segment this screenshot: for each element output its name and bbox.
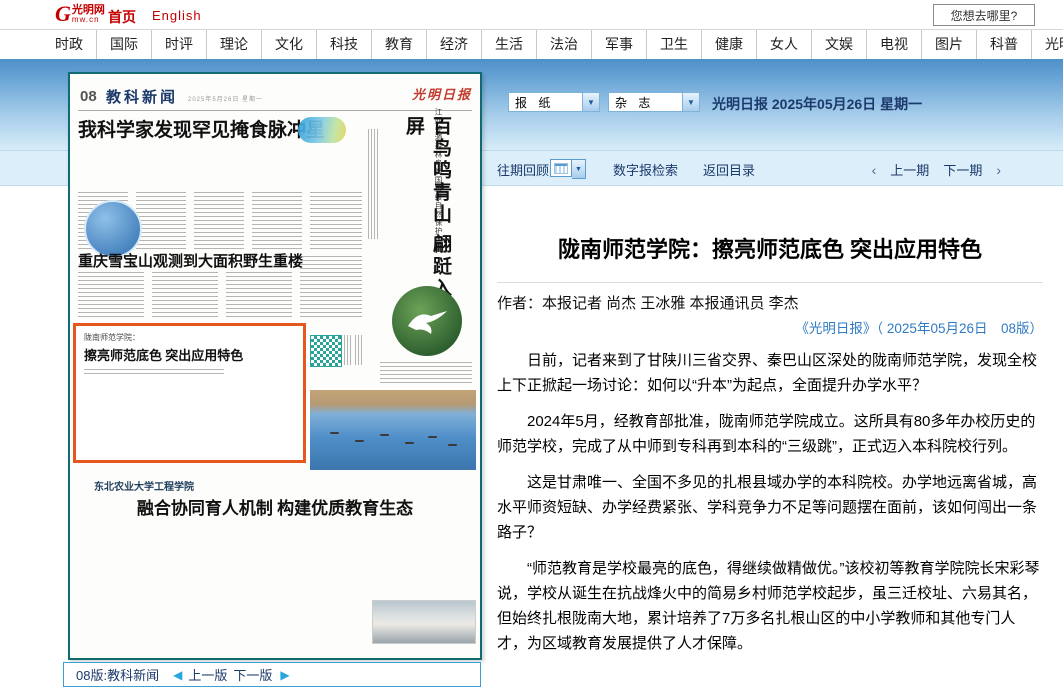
- article-content: 陇南师范学院：擦亮师范底色 突出应用特色 作者：本报记者 尚杰 王冰雅 本报通讯…: [497, 236, 1043, 667]
- body-text-column: [78, 272, 144, 318]
- past-issues-link[interactable]: 往期回顾: [497, 160, 549, 179]
- qr-caption: [355, 335, 363, 365]
- nav-item-lilun[interactable]: 理论: [207, 30, 262, 59]
- calendar-grid: [554, 163, 568, 174]
- body-text-column: [136, 192, 186, 250]
- nav-item-junshi[interactable]: 军事: [592, 30, 647, 59]
- back-to-contents-link[interactable]: 返回目录: [703, 160, 755, 179]
- nav-item-kepu[interactable]: 科普: [977, 30, 1032, 59]
- next-page-arrow-icon[interactable]: ▶: [280, 668, 289, 682]
- nav-item-jiaoyu[interactable]: 教育: [372, 30, 427, 59]
- article-paragraph: 2024年5月，经教育部批准，陇南师范学院成立。这所具有80多年办校历史的师范学…: [497, 409, 1043, 459]
- nav-item-shenghuo[interactable]: 生活: [482, 30, 537, 59]
- body-text-column: [310, 192, 362, 250]
- chevron-down-icon: ▼: [582, 93, 599, 111]
- page-meta: 2025年5月26日 星期一: [188, 94, 263, 103]
- body-text-column: [152, 272, 218, 318]
- nav-item-weisheng[interactable]: 卫生: [647, 30, 702, 59]
- magazine-select[interactable]: 杂 志 ▼: [608, 92, 700, 112]
- body-text-column: [252, 192, 302, 250]
- digital-search-link[interactable]: 数字报检索: [613, 160, 678, 179]
- photo-caption: [380, 362, 472, 384]
- article-author: 作者：本报记者 尚杰 王冰雅 本报通讯员 李杰: [497, 292, 1043, 313]
- headline-pulsar[interactable]: 我科学家发现罕见掩食脉冲星: [78, 120, 308, 142]
- prev-page-link[interactable]: 上一版: [188, 665, 227, 684]
- column-badge-graphic: [298, 117, 346, 143]
- gmw-logo-text: 光明网 mw.cn: [72, 5, 105, 24]
- qr-caption: [344, 335, 352, 365]
- article-paragraph: 日前，记者来到了甘陕川三省交界、秦巴山区深处的陇南师范学院，发现全校上下正掀起一…: [497, 348, 1043, 398]
- next-issue-arrow-icon[interactable]: ›: [996, 162, 1001, 178]
- qr-code: [310, 335, 342, 367]
- nav-item-jiankang[interactable]: 健康: [702, 30, 757, 59]
- issue-pager: ‹ 上一期 下一期 ›: [872, 160, 1001, 179]
- campus-building-photo: [372, 600, 476, 644]
- gmw-logo[interactable]: G 光明网 mw.cn: [55, 2, 105, 26]
- newspaper-page-thumbnail[interactable]: 08 教科新闻 2025年5月26日 星期一 光明日报 我科学家发现罕见掩食脉冲…: [68, 72, 482, 660]
- home-link[interactable]: 首页: [108, 7, 136, 27]
- article-paragraph: “师范教育是学校最亮的底色，得继续做精做优。”该校初等教育学院院长宋彩琴说，学校…: [497, 556, 1043, 656]
- prev-issue-arrow-icon[interactable]: ‹: [872, 162, 877, 178]
- nav-item-guoji[interactable]: 国际: [97, 30, 152, 59]
- gmw-logo-domain: mw.cn: [72, 16, 105, 24]
- bottom-story-kicker: 东北农业大学工程学院: [94, 478, 194, 493]
- bottom-story-headline[interactable]: 融合协同育人机制 构建优质教育生态: [78, 494, 472, 519]
- paper-select-value: 报 纸: [509, 94, 582, 111]
- page-number: 08: [80, 88, 97, 105]
- nav-item-keji[interactable]: 科技: [317, 30, 372, 59]
- article-body: 日前，记者来到了甘陕川三省交界、秦巴山区深处的陇南师范学院，发现全校上下正掀起一…: [497, 348, 1043, 656]
- header-rule: [78, 110, 472, 111]
- prev-issue-link[interactable]: 上一期: [890, 160, 929, 179]
- top-header: G 光明网 mw.cn 首页 English: [0, 0, 1063, 29]
- nav-item-dianshi[interactable]: 电视: [867, 30, 922, 59]
- chevron-down-icon: ▼: [682, 93, 699, 111]
- nav-item-jingji[interactable]: 经济: [427, 30, 482, 59]
- highlight-kicker: 陇南师范学院：: [84, 332, 140, 343]
- english-link[interactable]: English: [152, 8, 202, 23]
- body-text-column: [300, 256, 362, 318]
- prev-page-arrow-icon[interactable]: ◀: [173, 668, 182, 682]
- title-divider: [497, 282, 1043, 283]
- birds-over-water-photo: [310, 390, 476, 470]
- masthead-logo: 光明日报: [412, 84, 472, 103]
- highlight-byline: [84, 369, 224, 374]
- highlight-headline: 擦亮师范底色 突出应用特色: [84, 345, 243, 364]
- body-text-column: [226, 272, 292, 318]
- gmw-logo-g: G: [55, 2, 71, 26]
- nav-item-wenhua[interactable]: 文化: [262, 30, 317, 59]
- issue-date-label: 光明日报 2025年05月26日 星期一: [712, 94, 922, 114]
- nav-item-tupian[interactable]: 图片: [922, 30, 977, 59]
- magazine-select-value: 杂 志: [609, 94, 682, 111]
- next-issue-link[interactable]: 下一期: [943, 160, 982, 179]
- nav-item-baoxi[interactable]: 光明报系: [1032, 30, 1063, 59]
- bird-photo: [392, 286, 462, 356]
- page-pager: 08版:教科新闻 ◀ 上一版 下一版 ▶: [63, 662, 481, 687]
- bird-story-byline: [368, 129, 378, 239]
- article-title: 陇南师范学院：擦亮师范底色 突出应用特色: [497, 236, 1043, 264]
- gmw-epaper-page: G 光明网 mw.cn 首页 English 时政 国际 时评 理论 文化 科技…: [0, 0, 1063, 689]
- nav-item-shizheng[interactable]: 时政: [42, 30, 97, 59]
- calendar-dropdown-arrow-icon[interactable]: ▼: [572, 159, 586, 179]
- nav-item-shiping[interactable]: 时评: [152, 30, 207, 59]
- main-nav: 时政 国际 时评 理论 文化 科技 教育 经济 生活 法治 军事 卫生 健康 女…: [0, 29, 1063, 59]
- destination-search-input[interactable]: [933, 4, 1035, 26]
- body-text-column: [194, 192, 244, 250]
- article-source[interactable]: 《光明日报》（ 2025年05月26日 08版）: [497, 317, 1043, 337]
- nav-item-fazhi[interactable]: 法治: [537, 30, 592, 59]
- page-label: 08版:教科新闻: [76, 665, 159, 684]
- calendar-icon[interactable]: [550, 159, 572, 177]
- paper-select[interactable]: 报 纸 ▼: [508, 92, 600, 112]
- gmw-logo-name: 光明网: [72, 5, 105, 16]
- past-issues-date-picker[interactable]: ▼: [550, 159, 586, 179]
- nav-item-wenyu[interactable]: 文娱: [812, 30, 867, 59]
- next-page-link[interactable]: 下一版: [233, 665, 272, 684]
- highlighted-article-region[interactable]: 陇南师范学院： 擦亮师范底色 突出应用特色: [73, 323, 306, 463]
- article-paragraph: 这是甘肃唯一、全国不多见的扎根县域办学的本科院校。办学地远离省城，高水平师资短缺…: [497, 470, 1043, 545]
- nav-item-nvren[interactable]: 女人: [757, 30, 812, 59]
- section-name: 教科新闻: [106, 86, 178, 107]
